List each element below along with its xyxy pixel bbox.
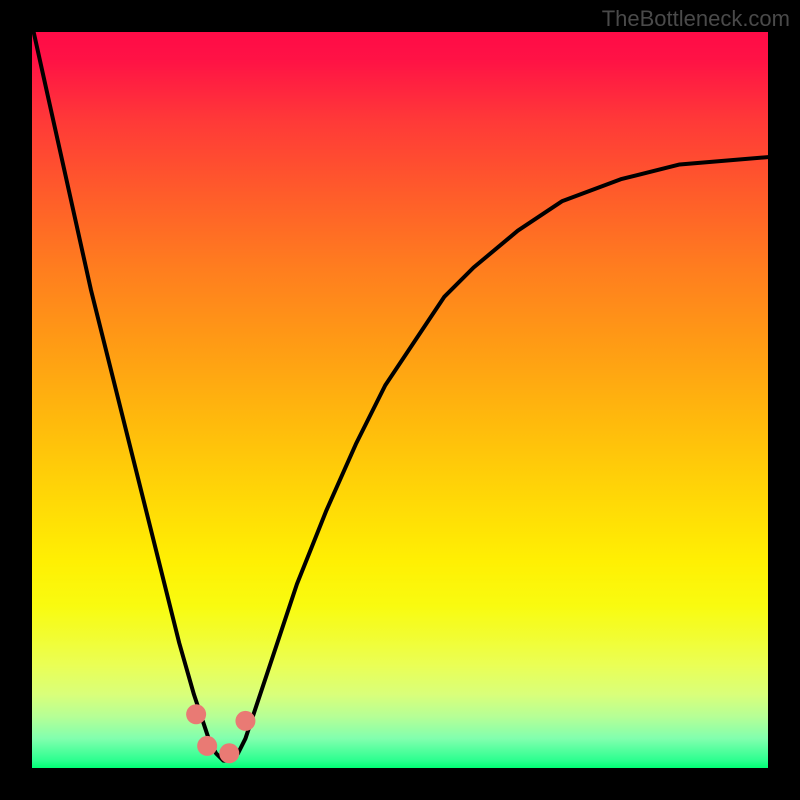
curve-marker-dot	[186, 704, 206, 724]
watermark-text: TheBottleneck.com	[602, 6, 790, 32]
curve-marker-dot	[219, 743, 239, 763]
bottleneck-curve-svg	[32, 32, 768, 768]
curve-marker-dot	[235, 711, 255, 731]
chart-area	[32, 32, 768, 768]
curve-marker-dot	[197, 736, 217, 756]
bottleneck-curve-line	[32, 32, 768, 761]
